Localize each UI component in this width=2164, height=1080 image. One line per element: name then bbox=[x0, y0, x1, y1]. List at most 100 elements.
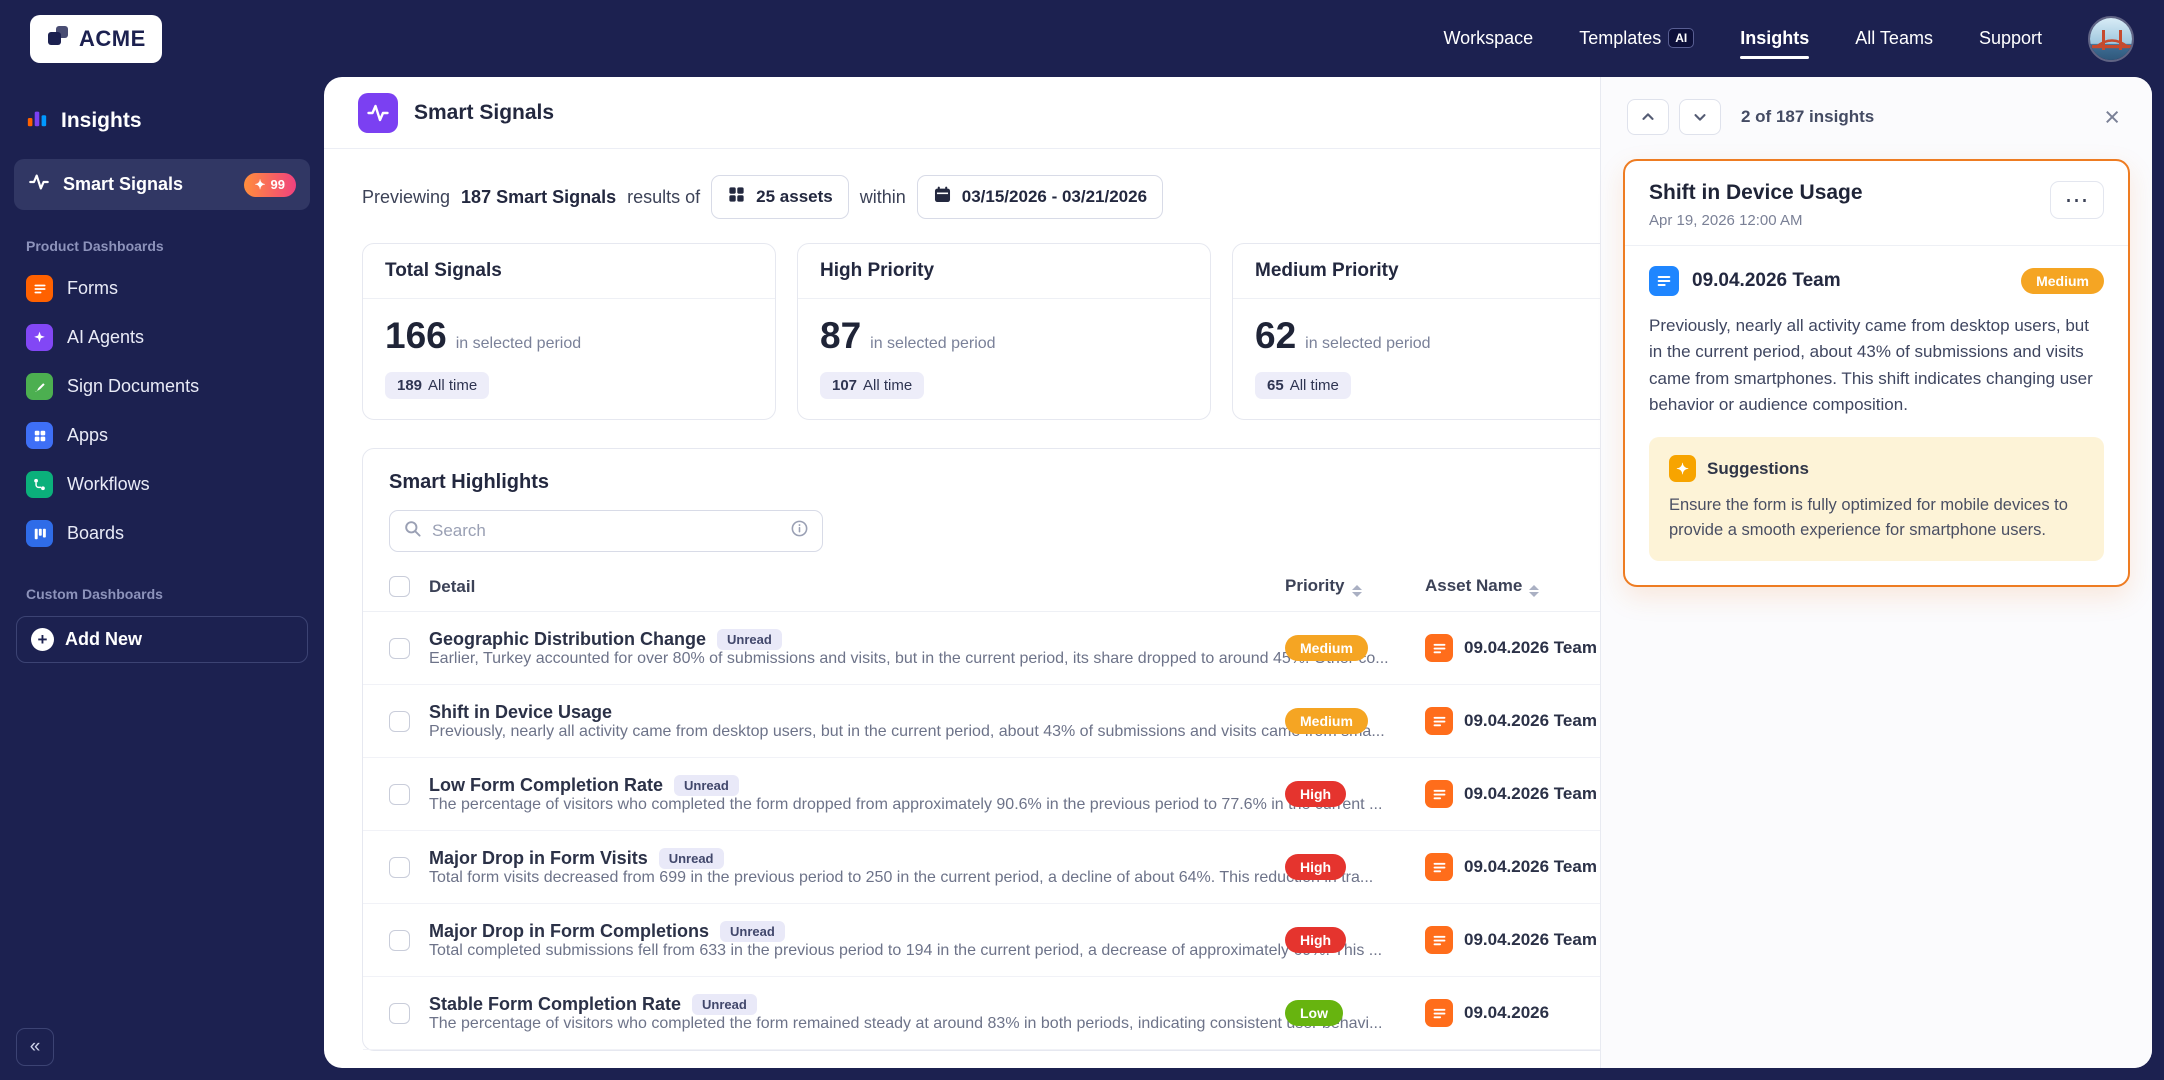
header-asset-name[interactable]: Asset Name bbox=[1425, 576, 1600, 597]
date-range-button[interactable]: 03/15/2026 - 03/21/2026 bbox=[916, 175, 1164, 219]
form-icon bbox=[1425, 926, 1453, 954]
more-options-button[interactable]: ⋯ bbox=[2050, 181, 2104, 219]
stat-card-high-priority: High Priority 87 in selected period 107 Al… bbox=[797, 243, 1211, 420]
detail-card-body: 09.04.2026 Team Medium Previously, nearl… bbox=[1625, 246, 2128, 585]
row-checkbox[interactable] bbox=[389, 783, 410, 805]
assets-filter-button[interactable]: 25 assets bbox=[711, 175, 849, 219]
sidebar-item-smart-signals[interactable]: Smart Signals ✦ 99 bbox=[14, 159, 310, 210]
header-priority[interactable]: Priority bbox=[1285, 576, 1425, 597]
asset-link[interactable]: 09.04.2026 Team bbox=[1425, 926, 1600, 954]
sidebar-item-boards[interactable]: Boards bbox=[14, 509, 310, 558]
sidebar-title: Insights bbox=[14, 91, 310, 159]
form-icon bbox=[1425, 634, 1453, 662]
stat-value: 87 bbox=[820, 315, 862, 356]
sidebar: Insights Smart Signals ✦ 99 Product Dash… bbox=[0, 77, 324, 1080]
priority-badge: Medium bbox=[1285, 635, 1368, 661]
asset-link[interactable]: 09.04.2026 Team bbox=[1425, 634, 1600, 662]
add-new-button[interactable]: + Add New bbox=[16, 616, 308, 663]
row-description: Previously, nearly all activity came fro… bbox=[429, 722, 1385, 740]
form-icon bbox=[1425, 999, 1453, 1027]
row-description: Earlier, Turkey accounted for over 80% o… bbox=[429, 649, 1389, 667]
insight-title: Shift in Device Usage bbox=[1649, 181, 1863, 204]
table-row[interactable]: Major Drop in Form Visits Unread Total fo… bbox=[363, 831, 1600, 904]
sidebar-item-apps[interactable]: Apps bbox=[14, 411, 310, 460]
alltime-badge: 65 All time bbox=[1255, 372, 1351, 399]
user-avatar[interactable] bbox=[2088, 15, 2134, 62]
priority-badge: High bbox=[1285, 927, 1347, 953]
unread-badge: Unread bbox=[658, 847, 724, 869]
row-checkbox[interactable] bbox=[389, 856, 410, 878]
priority-badge: High bbox=[1285, 854, 1347, 880]
info-icon[interactable] bbox=[790, 519, 809, 543]
stat-card-total-signals: Total Signals 166 in selected period 189 A… bbox=[362, 243, 776, 420]
table-row[interactable]: Geographic Distribution Change Unread Ear… bbox=[363, 612, 1600, 685]
nav-support[interactable]: Support bbox=[1979, 18, 2042, 59]
row-description: Total form visits decreased from 699 in … bbox=[429, 868, 1374, 886]
table-row[interactable]: Shift in Device Usage Previously, nearly… bbox=[363, 685, 1600, 758]
search-input[interactable] bbox=[432, 521, 780, 541]
form-icon bbox=[1425, 853, 1453, 881]
sparkle-icon: ✦ bbox=[254, 176, 266, 192]
row-checkbox[interactable] bbox=[389, 929, 410, 951]
table-row[interactable]: Low Form Completion Rate Unread The perce… bbox=[363, 758, 1600, 831]
insights-icon bbox=[26, 107, 48, 135]
acme-logo[interactable]: ACME bbox=[30, 14, 162, 63]
next-insight-button[interactable] bbox=[1679, 99, 1721, 135]
nav-templates[interactable]: Templates AI bbox=[1579, 18, 1695, 59]
page-title: Smart Signals bbox=[414, 100, 555, 124]
nav-all-teams[interactable]: All Teams bbox=[1855, 18, 1933, 59]
alltime-badge: 189 All time bbox=[385, 372, 490, 399]
calendar-icon bbox=[933, 185, 952, 209]
table-row[interactable]: Major Drop in Form Completions Unread Tot… bbox=[363, 904, 1600, 977]
search-box[interactable] bbox=[389, 510, 823, 552]
smart-signals-count-badge: ✦ 99 bbox=[243, 172, 296, 197]
search-icon bbox=[403, 519, 422, 543]
row-title: Geographic Distribution Change bbox=[429, 628, 707, 649]
sort-icon bbox=[1351, 585, 1362, 597]
stat-value: 62 bbox=[1255, 315, 1297, 356]
unread-badge: Unread bbox=[674, 774, 739, 796]
assets-grid-icon bbox=[727, 185, 746, 209]
select-all-checkbox[interactable] bbox=[389, 576, 410, 597]
suggestions-box: ✦ Suggestions Ensure the form is fully o… bbox=[1649, 437, 2104, 561]
asset-name[interactable]: 09.04.2026 Team bbox=[1692, 270, 1841, 292]
row-description: The percentage of visitors who completed… bbox=[429, 1014, 1383, 1032]
sidebar-collapse-button[interactable]: « bbox=[16, 1028, 54, 1066]
smart-signals-icon bbox=[28, 171, 50, 198]
asset-link[interactable]: 09.04.2026 Team bbox=[1425, 780, 1600, 808]
panel-header: 2 of 187 insights × bbox=[1601, 77, 2152, 149]
ai-agents-icon bbox=[26, 324, 53, 351]
prev-insight-button[interactable] bbox=[1627, 99, 1669, 135]
section-custom-dashboards: Custom Dashboards bbox=[26, 586, 163, 602]
sidebar-item-forms[interactable]: Forms bbox=[14, 264, 310, 313]
row-checkbox[interactable] bbox=[389, 1002, 410, 1024]
table-row[interactable]: Stable Form Completion Rate Unread The pe… bbox=[363, 977, 1600, 1050]
boards-icon bbox=[26, 520, 53, 547]
smart-highlights-card: Smart Highlights Detail Priority Asset N… bbox=[362, 448, 1600, 1051]
forms-icon bbox=[26, 275, 53, 302]
row-checkbox[interactable] bbox=[389, 637, 410, 659]
sidebar-item-sign-documents[interactable]: Sign Documents bbox=[14, 362, 310, 411]
asset-link[interactable]: 09.04.2026 Team bbox=[1425, 707, 1600, 735]
sidebar-item-workflows[interactable]: Workflows bbox=[14, 460, 310, 509]
asset-link[interactable]: 09.04.2026 bbox=[1425, 999, 1600, 1027]
sidebar-item-ai-agents[interactable]: AI Agents bbox=[14, 313, 310, 362]
row-description: Total completed submissions fell from 63… bbox=[429, 941, 1383, 959]
priority-badge: High bbox=[1285, 781, 1347, 807]
close-icon[interactable]: × bbox=[2098, 102, 2126, 133]
asset-link[interactable]: 09.04.2026 Team bbox=[1425, 853, 1600, 881]
priority-badge: Medium bbox=[2021, 268, 2104, 294]
signal-count: 187 Smart Signals bbox=[461, 186, 617, 207]
stat-cards: Total Signals 166 in selected period 189 A… bbox=[324, 219, 1600, 420]
dots-icon: ⋯ bbox=[2064, 186, 2090, 214]
row-title: Stable Form Completion Rate bbox=[429, 993, 682, 1014]
suggestions-title: Suggestions bbox=[1707, 458, 1810, 478]
collapse-icon: « bbox=[29, 1036, 41, 1057]
nav-insights[interactable]: Insights bbox=[1740, 18, 1810, 59]
nav-workspace[interactable]: Workspace bbox=[1443, 18, 1533, 59]
asset-icon bbox=[1649, 266, 1679, 296]
acme-logo-icon bbox=[46, 24, 70, 53]
row-checkbox[interactable] bbox=[389, 710, 410, 732]
sign-documents-icon bbox=[26, 373, 53, 400]
unread-badge: Unread bbox=[720, 920, 785, 942]
